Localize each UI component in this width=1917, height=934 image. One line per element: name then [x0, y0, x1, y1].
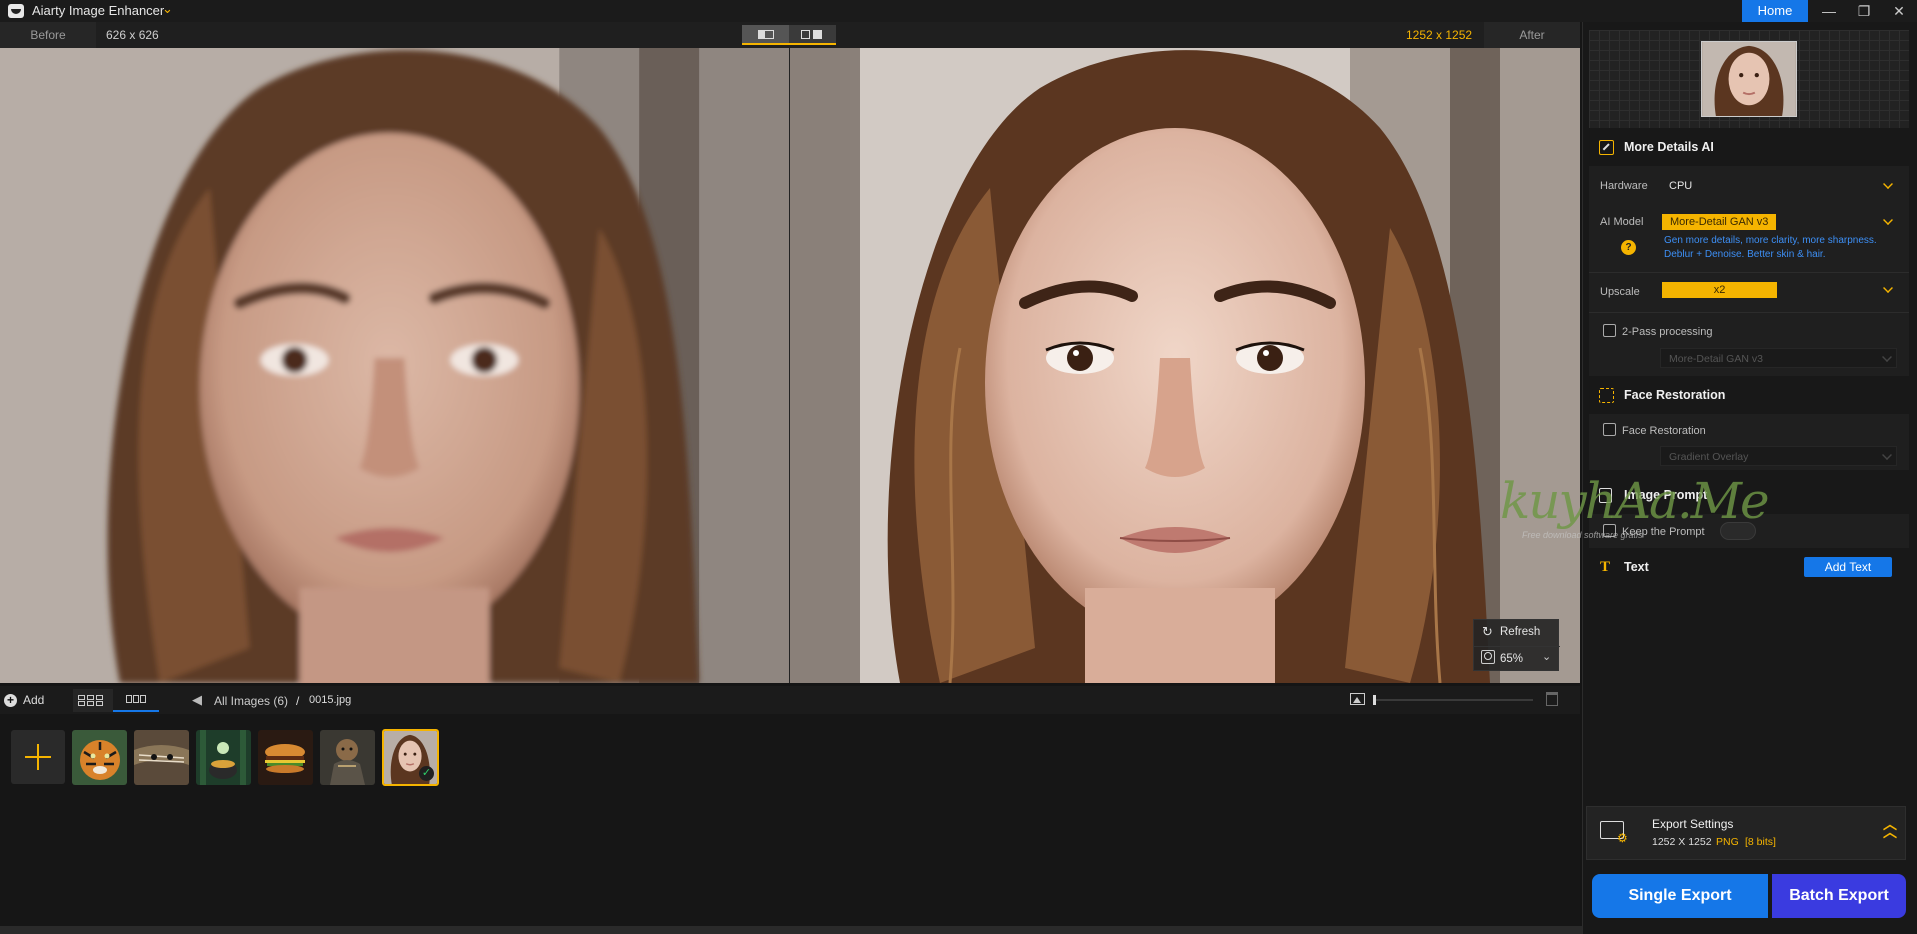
- add-icon[interactable]: +: [4, 694, 17, 707]
- face-scan-icon: [1599, 388, 1614, 403]
- upscale-label: Upscale: [1600, 286, 1640, 298]
- add-button[interactable]: Add: [23, 693, 44, 707]
- title-bar: [0, 0, 1917, 22]
- thumbnail-forest-cauldron[interactable]: [196, 730, 251, 785]
- batch-export-button[interactable]: Batch Export: [1772, 874, 1906, 918]
- face-restoration-section-header[interactable]: Face Restoration: [1589, 380, 1909, 410]
- hardware-select[interactable]: CPU: [1660, 176, 1897, 196]
- trash-icon[interactable]: [1546, 692, 1558, 706]
- thumbnail-size-slider[interactable]: [1373, 695, 1533, 705]
- ai-model-value: More-Detail GAN v3: [1662, 214, 1777, 230]
- keep-prompt-toggle[interactable]: [1720, 522, 1756, 540]
- before-image[interactable]: [0, 48, 789, 683]
- collapse-up-icon[interactable]: ︿ ︿: [1883, 817, 1897, 839]
- single-export-button[interactable]: Single Export: [1592, 874, 1768, 918]
- side-by-side-view-icon[interactable]: [789, 25, 836, 43]
- hardware-value: CPU: [1669, 180, 1693, 192]
- export-format: PNG: [1716, 836, 1739, 848]
- two-pass-model-select[interactable]: More-Detail GAN v3: [1660, 348, 1897, 368]
- after-image[interactable]: [790, 48, 1580, 683]
- navigator-thumbnail[interactable]: [1701, 41, 1797, 117]
- enhance-icon: [1599, 140, 1614, 155]
- thumbnail-burger[interactable]: [258, 730, 313, 785]
- refresh-icon: ↻: [1482, 624, 1493, 639]
- preview-controls: ↻ Refresh 65% ⌄: [1473, 619, 1560, 671]
- two-pass-checkbox[interactable]: [1603, 324, 1616, 337]
- gear-icon: ⚙: [1617, 831, 1628, 845]
- upscale-select[interactable]: x2: [1660, 280, 1897, 300]
- text-section-title: Text: [1624, 560, 1649, 574]
- prompt-icon: [1599, 488, 1612, 503]
- home-button[interactable]: Home: [1742, 0, 1808, 22]
- hardware-label: Hardware: [1600, 180, 1648, 192]
- restore-icon[interactable]: ❐: [1847, 0, 1881, 22]
- face-restoration-model-value: Gradient Overlay: [1669, 451, 1749, 463]
- chevron-down-icon: [1883, 179, 1893, 189]
- view-mode-toggle[interactable]: [742, 25, 836, 45]
- zoom-chevron-icon: ⌄: [1542, 651, 1552, 663]
- breadcrumb-file: 0015.jpg: [309, 694, 352, 706]
- two-pass-label: 2-Pass processing: [1622, 326, 1713, 338]
- chevron-down-icon: [1883, 215, 1893, 225]
- text-tool-icon: T: [1600, 559, 1611, 575]
- selected-check-icon: ✓: [419, 766, 434, 781]
- face-restoration-checkbox[interactable]: [1603, 423, 1616, 436]
- divider: [1589, 272, 1909, 273]
- minimize-icon[interactable]: —: [1812, 0, 1846, 22]
- export-bit-depth: [8 bits]: [1745, 836, 1776, 848]
- face-restoration-title: Face Restoration: [1624, 388, 1726, 402]
- grid-view-button[interactable]: [73, 689, 113, 712]
- refresh-button[interactable]: ↻ Refresh: [1474, 620, 1560, 645]
- before-dimensions: 626 x 626: [106, 28, 159, 42]
- more-details-section-header[interactable]: More Details AI: [1589, 132, 1909, 162]
- two-pass-model-value: More-Detail GAN v3: [1669, 353, 1763, 365]
- before-label: Before: [0, 22, 96, 48]
- app-menu-chevron-icon[interactable]: ⌄: [162, 1, 173, 17]
- strip-view-button[interactable]: [113, 689, 159, 712]
- image-prompt-title: Image Prompt: [1624, 488, 1708, 502]
- thumbnail-tiger[interactable]: [72, 730, 127, 785]
- more-details-title: More Details AI: [1624, 140, 1714, 154]
- add-text-button[interactable]: Add Text: [1804, 557, 1892, 577]
- thumbnail-armored-figure[interactable]: [320, 730, 375, 785]
- keep-prompt-checkbox[interactable]: [1603, 524, 1616, 537]
- ai-model-label: AI Model: [1600, 216, 1644, 228]
- after-dimensions: 1252 x 1252: [1406, 28, 1473, 42]
- close-icon[interactable]: ✕: [1882, 0, 1916, 22]
- single-view-icon[interactable]: [742, 25, 789, 43]
- chevron-down-icon: [1882, 352, 1892, 362]
- breadcrumb-separator: /: [296, 694, 300, 708]
- app-logo-icon: [8, 4, 24, 18]
- app-title: Aiarty Image Enhancer: [32, 3, 165, 18]
- thumbnail-owl-feathers[interactable]: [134, 730, 189, 785]
- chevron-down-icon: [1883, 283, 1893, 293]
- export-dimensions: 1252 X 1252: [1652, 836, 1712, 848]
- keep-prompt-label: Keep the Prompt: [1622, 526, 1705, 538]
- add-image-tile[interactable]: [11, 730, 65, 784]
- thumbnail-portrait-woman[interactable]: ✓: [382, 729, 439, 786]
- zoom-icon: [1481, 650, 1495, 664]
- export-settings-title: Export Settings: [1652, 817, 1734, 831]
- back-arrow-icon[interactable]: ◀: [192, 692, 202, 708]
- after-label: After: [1484, 22, 1580, 48]
- breadcrumb-all-images[interactable]: All Images (6): [214, 694, 288, 708]
- face-restoration-model-select[interactable]: Gradient Overlay: [1660, 446, 1897, 466]
- slider-handle[interactable]: [1373, 695, 1376, 705]
- face-restoration-label: Face Restoration: [1622, 425, 1706, 437]
- export-settings[interactable]: ⚙ Export Settings 1252 X 1252 PNG [8 bit…: [1586, 806, 1906, 860]
- image-prompt-section-header[interactable]: Image Prompt: [1589, 480, 1909, 510]
- help-icon[interactable]: ?: [1621, 240, 1636, 255]
- chevron-down-icon: [1882, 450, 1892, 460]
- divider: [1589, 312, 1909, 313]
- refresh-label: Refresh: [1500, 626, 1541, 638]
- image-size-icon: [1350, 693, 1365, 705]
- ai-model-description-2: Deblur + Denoise. Better skin & hair.: [1664, 249, 1826, 260]
- zoom-select[interactable]: 65% ⌄: [1474, 646, 1560, 671]
- zoom-value: 65%: [1500, 653, 1524, 665]
- more-details-settings: [1589, 166, 1909, 376]
- ai-model-description-1: Gen more details, more clarity, more sha…: [1664, 235, 1877, 246]
- upscale-value: x2: [1662, 282, 1777, 298]
- ai-model-select[interactable]: More-Detail GAN v3: [1660, 212, 1897, 232]
